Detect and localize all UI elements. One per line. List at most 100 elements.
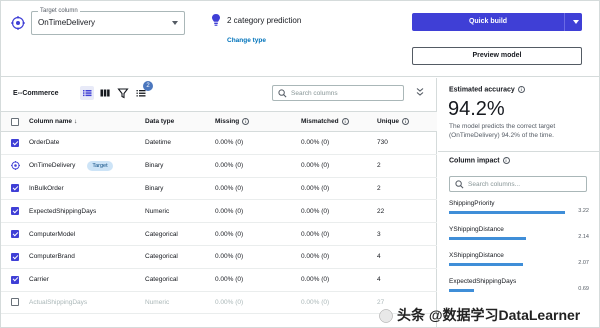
estimated-accuracy-title: Estimated accuracy i (449, 86, 525, 93)
quick-build-separator (564, 13, 565, 31)
columns-toolbar: E--Commerce 2 (1, 78, 437, 108)
row-checkbox[interactable] (11, 275, 19, 284)
accuracy-description: The model predicts the correct target (O… (449, 123, 556, 139)
row-missing: 0.00% (0) (215, 131, 301, 155)
search-columns-input[interactable] (291, 88, 399, 98)
row-mismatched: 0.00% (0) (301, 131, 377, 155)
info-icon[interactable]: i (502, 157, 510, 164)
row-column-name: OrderDate (29, 131, 145, 155)
row-unique: 22 (377, 199, 437, 224)
impact-item: XShippingDistance 2.07 (449, 252, 589, 274)
header-missing-label: Missing (215, 118, 240, 126)
impact-item-name: ExpectedShippingDays (449, 278, 517, 285)
build-options-dropdown-icon[interactable] (573, 20, 579, 24)
row-column-name: Carrier (29, 268, 145, 292)
info-icon[interactable]: i (341, 117, 349, 125)
target-icon (11, 161, 20, 171)
row-missing: 0.00% (0) (215, 222, 301, 246)
row-missing: 0.00% (0) (215, 268, 301, 292)
header-column-name[interactable]: Column name ↓ (29, 111, 145, 132)
impact-item: ExpectedShippingDays 0.69 (449, 278, 589, 300)
impact-search-input[interactable] (468, 179, 582, 189)
row-checkbox[interactable] (11, 230, 19, 239)
canvas-frame: Target column OnTimeDelivery 2 category … (0, 0, 600, 328)
info-icon[interactable]: i (517, 86, 525, 93)
info-icon[interactable]: i (402, 117, 410, 125)
row-unique: 730 (377, 131, 437, 155)
row-mismatched: 0.00% (0) (301, 177, 377, 201)
row-mismatched: 0.00% (0) (301, 291, 377, 315)
row-missing: 0.00% (0) (215, 199, 301, 224)
row-data-type: Datetime (145, 131, 215, 155)
row-missing: 0.00% (0) (215, 291, 301, 315)
row-missing: 0.00% (0) (215, 245, 301, 269)
row-unique: 3 (377, 222, 437, 246)
select-all-checkbox[interactable] (11, 117, 19, 126)
row-checkbox[interactable] (11, 298, 19, 307)
impact-bar (449, 237, 526, 240)
grid-view-icon[interactable] (98, 86, 112, 100)
target-badge: Target (87, 160, 113, 171)
impact-item: YShippingDistance 2.14 (449, 226, 589, 248)
row-unique: 2 (377, 154, 437, 178)
change-type-link[interactable]: Change type (227, 37, 266, 44)
list-view-icon[interactable] (80, 86, 94, 100)
search-icon (455, 180, 464, 189)
row-data-type: Binary (145, 154, 215, 178)
impact-bar (449, 211, 565, 214)
quick-build-button[interactable]: Quick build (412, 13, 582, 31)
impact-search-box[interactable] (449, 176, 587, 192)
table-row[interactable]: ActualShippingDays Numeric 0.00% (0) 0.0… (1, 291, 437, 315)
target-column-select[interactable]: Target column OnTimeDelivery (31, 7, 185, 35)
row-checkbox[interactable] (11, 184, 19, 193)
impact-item-value: 2.14 (578, 234, 589, 240)
table-row[interactable]: OrderDate Datetime 0.00% (0) 0.00% (0) 7… (1, 131, 437, 155)
row-missing: 0.00% (0) (215, 154, 301, 178)
impact-item-name: ShippingPriority (449, 200, 495, 207)
quick-build-label: Quick build (468, 18, 508, 25)
columns-panel: E--Commerce 2 Search columns Column name… (1, 78, 437, 327)
watermark-text: 头条 @数据学习DataLearner (397, 307, 581, 323)
table-row[interactable]: InBulkOrder Binary 0.00% (0) 0.00% (0) 2 (1, 177, 437, 201)
row-checkbox[interactable] (11, 138, 19, 147)
header-missing: Missing i (215, 111, 301, 132)
chevron-down-icon (172, 21, 178, 25)
row-column-name: ComputerBrand (29, 245, 145, 269)
row-checkbox[interactable] (11, 252, 19, 261)
header-mismatched: Mismatched i (301, 111, 377, 132)
column-impact-title: Column impact i (449, 157, 510, 164)
dataset-name: E--Commerce (13, 90, 59, 97)
preview-model-button[interactable]: Preview model (412, 47, 582, 65)
accuracy-value: 94.2% (448, 98, 505, 120)
row-unique: 4 (377, 245, 437, 269)
columns-table: Column name ↓ Data type Missing i Mismatch… (1, 111, 437, 315)
info-icon[interactable]: i (242, 117, 250, 125)
row-mismatched: 0.00% (0) (301, 199, 377, 224)
row-data-type: Categorical (145, 268, 215, 292)
collapse-chevron-icon[interactable] (415, 87, 425, 97)
row-mismatched: 0.00% (0) (301, 222, 377, 246)
row-data-type: Binary (145, 177, 215, 201)
impact-item-name: XShippingDistance (449, 252, 504, 259)
header-data-type: Data type (145, 111, 215, 132)
row-unique: 2 (377, 177, 437, 201)
column-impact-label: Column impact (449, 157, 500, 165)
row-column-name: ActualShippingDays (29, 291, 145, 315)
selection-count-badge: 2 (143, 81, 153, 91)
table-row[interactable]: ExpectedShippingDays Numeric 0.00% (0) 0… (1, 199, 437, 224)
sort-down-icon: ↓ (73, 118, 78, 125)
header-mismatched-label: Mismatched (301, 118, 339, 126)
impact-item-value: 2.07 (578, 260, 589, 266)
table-row[interactable]: ComputerBrand Categorical 0.00% (0) 0.00… (1, 245, 437, 269)
row-checkbox[interactable] (11, 207, 19, 216)
table-row-target[interactable]: OnTimeDelivery Target Binary 0.00% (0) 0.… (1, 154, 437, 178)
table-row[interactable]: ComputerModel Categorical 0.00% (0) 0.00… (1, 222, 437, 246)
filter-icon[interactable] (116, 86, 130, 100)
estimated-accuracy-label: Estimated accuracy (449, 86, 515, 94)
row-column-name: ComputerModel (29, 222, 145, 246)
table-row[interactable]: Carrier Categorical 0.00% (0) 0.00% (0) … (1, 268, 437, 292)
divider (438, 151, 599, 152)
search-icon (278, 89, 287, 98)
row-column-name: ExpectedShippingDays (29, 199, 145, 224)
column-search-box[interactable] (272, 85, 404, 101)
